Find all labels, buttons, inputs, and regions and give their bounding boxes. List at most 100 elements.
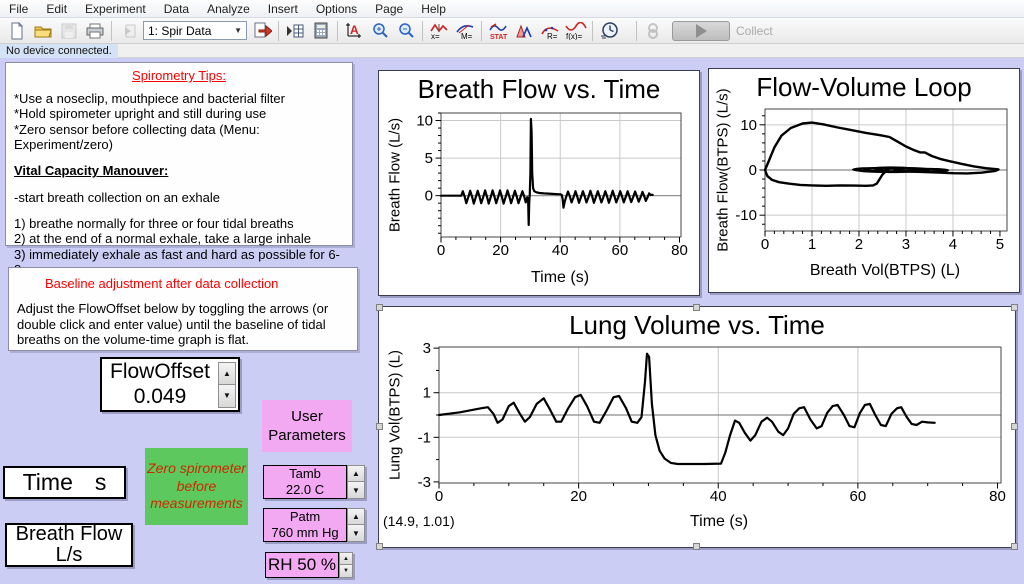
maneuver-step: 2) at the end of a normal exhale, take a… <box>14 231 344 246</box>
svg-text:20: 20 <box>570 488 587 505</box>
toolbar-separator <box>636 21 637 41</box>
svg-text:4: 4 <box>949 236 957 253</box>
svg-text:1: 1 <box>808 236 816 253</box>
flow-offset-text: FlowOffset 0.049 <box>102 360 218 408</box>
spirometry-tips-panel: Spirometry Tips: *Use a noseclip, mouthp… <box>5 62 353 246</box>
svg-text:10: 10 <box>740 117 757 134</box>
lung-volume-chart-panel[interactable]: Lung Volume vs. Time Lung Vol(BTPS) (L) … <box>378 306 1016 548</box>
spin-up-button[interactable]: ▲ <box>339 552 353 565</box>
zoom-in-icon[interactable] <box>367 20 393 42</box>
selection-handle[interactable] <box>376 304 383 311</box>
flow-volume-chart-panel: Flow-Volume Loop Breath Flow(BTPS) (L/s)… <box>708 68 1020 293</box>
selection-handle[interactable] <box>693 543 700 550</box>
baseline-adjustment-panel: Baseline adjustment after data collectio… <box>8 267 358 351</box>
new-document-icon[interactable] <box>4 20 30 42</box>
examine-icon[interactable]: x= <box>426 20 452 42</box>
svg-text:10: 10 <box>416 113 433 130</box>
selection-handle[interactable] <box>693 304 700 311</box>
selection-handle[interactable] <box>1011 423 1018 430</box>
menu-help[interactable]: Help <box>412 1 455 17</box>
lung-volume-chart-plot[interactable]: 020406080-3-113 <box>383 341 1011 511</box>
up-arrow-icon: ▲ <box>343 556 349 562</box>
tamb-control[interactable]: Tamb 22.0 C ▲ ▼ <box>263 465 365 499</box>
status-message: No device connected. <box>0 44 118 58</box>
time-meter: Time s <box>3 466 126 499</box>
menu-insert[interactable]: Insert <box>259 1 307 17</box>
flow-offset-control[interactable]: FlowOffset 0.049 ▲ ▼ <box>100 357 240 412</box>
menu-bar: File Edit Experiment Data Analyze Insert… <box>0 0 1024 18</box>
menu-analyze[interactable]: Analyze <box>198 1 259 17</box>
previous-page-icon[interactable] <box>115 20 141 42</box>
rh-value: RH 50 % <box>268 554 336 575</box>
flow-volume-chart-plot[interactable]: 012345-10010 <box>713 101 1015 261</box>
lung-volume-x-axis-label: Time (s) <box>379 513 1015 531</box>
calculator-icon[interactable] <box>308 20 334 42</box>
flow-offset-label: FlowOffset <box>102 360 218 384</box>
integral-icon[interactable] <box>511 20 537 42</box>
tamb-value: 22.0 C <box>286 482 324 498</box>
connect-interface-icon[interactable] <box>640 20 666 42</box>
patm-control[interactable]: Patm 760 mm Hg ▲ ▼ <box>263 508 365 542</box>
up-arrow-icon: ▲ <box>352 469 360 478</box>
patm-face[interactable]: Patm 760 mm Hg <box>263 508 347 542</box>
statistics-icon[interactable]: STAT <box>485 20 511 42</box>
breath-flow-chart-panel: Breath Flow vs. Time Breath Flow (L/s) 0… <box>378 70 700 296</box>
baseline-body: Adjust the FlowOffset below by toggling … <box>17 301 349 348</box>
svg-text:60: 60 <box>612 242 629 259</box>
tips-bullets: *Use a noseclip, mouthpiece and bacteria… <box>14 91 344 152</box>
zoom-out-icon[interactable] <box>393 20 419 42</box>
tips-bullet: *Use a noseclip, mouthpiece and bacteria… <box>14 91 344 106</box>
svg-text:80: 80 <box>671 242 688 259</box>
svg-text:-1: -1 <box>418 429 431 446</box>
collect-button[interactable] <box>672 21 730 41</box>
spin-down-button[interactable]: ▼ <box>339 565 353 578</box>
page-selector-value: 1: Spir Data <box>148 24 211 38</box>
menu-edit[interactable]: Edit <box>37 1 76 17</box>
data-table-icon[interactable] <box>282 20 308 42</box>
rh-face[interactable]: RH 50 % <box>265 552 339 578</box>
open-folder-icon[interactable] <box>30 20 56 42</box>
flow-offset-value[interactable]: 0.049 <box>102 385 218 409</box>
menu-data[interactable]: Data <box>155 1 198 17</box>
selection-handle[interactable] <box>376 543 383 550</box>
breath-flow-chart-plot[interactable]: 0204060800510 <box>383 103 695 269</box>
tamb-name: Tamb <box>289 466 321 482</box>
spin-up-button[interactable]: ▲ <box>218 362 236 385</box>
selection-handle[interactable] <box>1011 304 1018 311</box>
tangent-icon[interactable]: M= <box>452 20 478 42</box>
menu-file[interactable]: File <box>0 1 37 17</box>
data-collection-clock-icon[interactable] <box>596 20 622 42</box>
next-page-icon[interactable] <box>249 20 275 42</box>
svg-text:40: 40 <box>552 242 569 259</box>
flow-volume-chart-title: Flow-Volume Loop <box>709 72 1019 103</box>
svg-text:80: 80 <box>989 488 1006 505</box>
play-icon <box>696 24 707 38</box>
rh-control[interactable]: RH 50 % ▲ ▼ <box>265 552 353 578</box>
spin-down-button[interactable]: ▼ <box>218 385 236 408</box>
svg-text:3: 3 <box>423 341 431 357</box>
patm-value: 760 mm Hg <box>271 525 338 541</box>
menu-page[interactable]: Page <box>366 1 412 17</box>
save-icon[interactable] <box>56 20 82 42</box>
autoscale-icon[interactable]: A <box>341 20 367 42</box>
maneuver-heading: Vital Capacity Manouver: <box>14 163 344 178</box>
tamb-face[interactable]: Tamb 22.0 C <box>263 465 347 499</box>
menu-experiment[interactable]: Experiment <box>76 1 155 17</box>
spin-up-button[interactable]: ▲ <box>347 508 365 525</box>
user-parameters-text: User Parameters <box>262 407 352 446</box>
time-meter-unit: s <box>95 469 107 496</box>
status-bar: No device connected. <box>0 44 1024 58</box>
print-icon[interactable] <box>82 20 108 42</box>
rh-spinner: ▲ ▼ <box>339 552 353 578</box>
page-selector-dropdown[interactable]: 1: Spir Data ▼ <box>143 21 247 40</box>
menu-options[interactable]: Options <box>307 1 366 17</box>
curve-fit-icon[interactable]: R= <box>537 20 563 42</box>
spin-down-button[interactable]: ▼ <box>347 525 365 542</box>
zero-spirometer-note: Zero spirometer before measurements <box>145 448 248 525</box>
breath-flow-meter: Breath Flow L/s <box>5 523 133 567</box>
model-icon[interactable]: f(x)= <box>563 20 589 42</box>
spin-up-button[interactable]: ▲ <box>347 465 365 482</box>
selection-handle[interactable] <box>1011 543 1018 550</box>
selection-handle[interactable] <box>376 423 383 430</box>
spin-down-button[interactable]: ▼ <box>347 482 365 499</box>
